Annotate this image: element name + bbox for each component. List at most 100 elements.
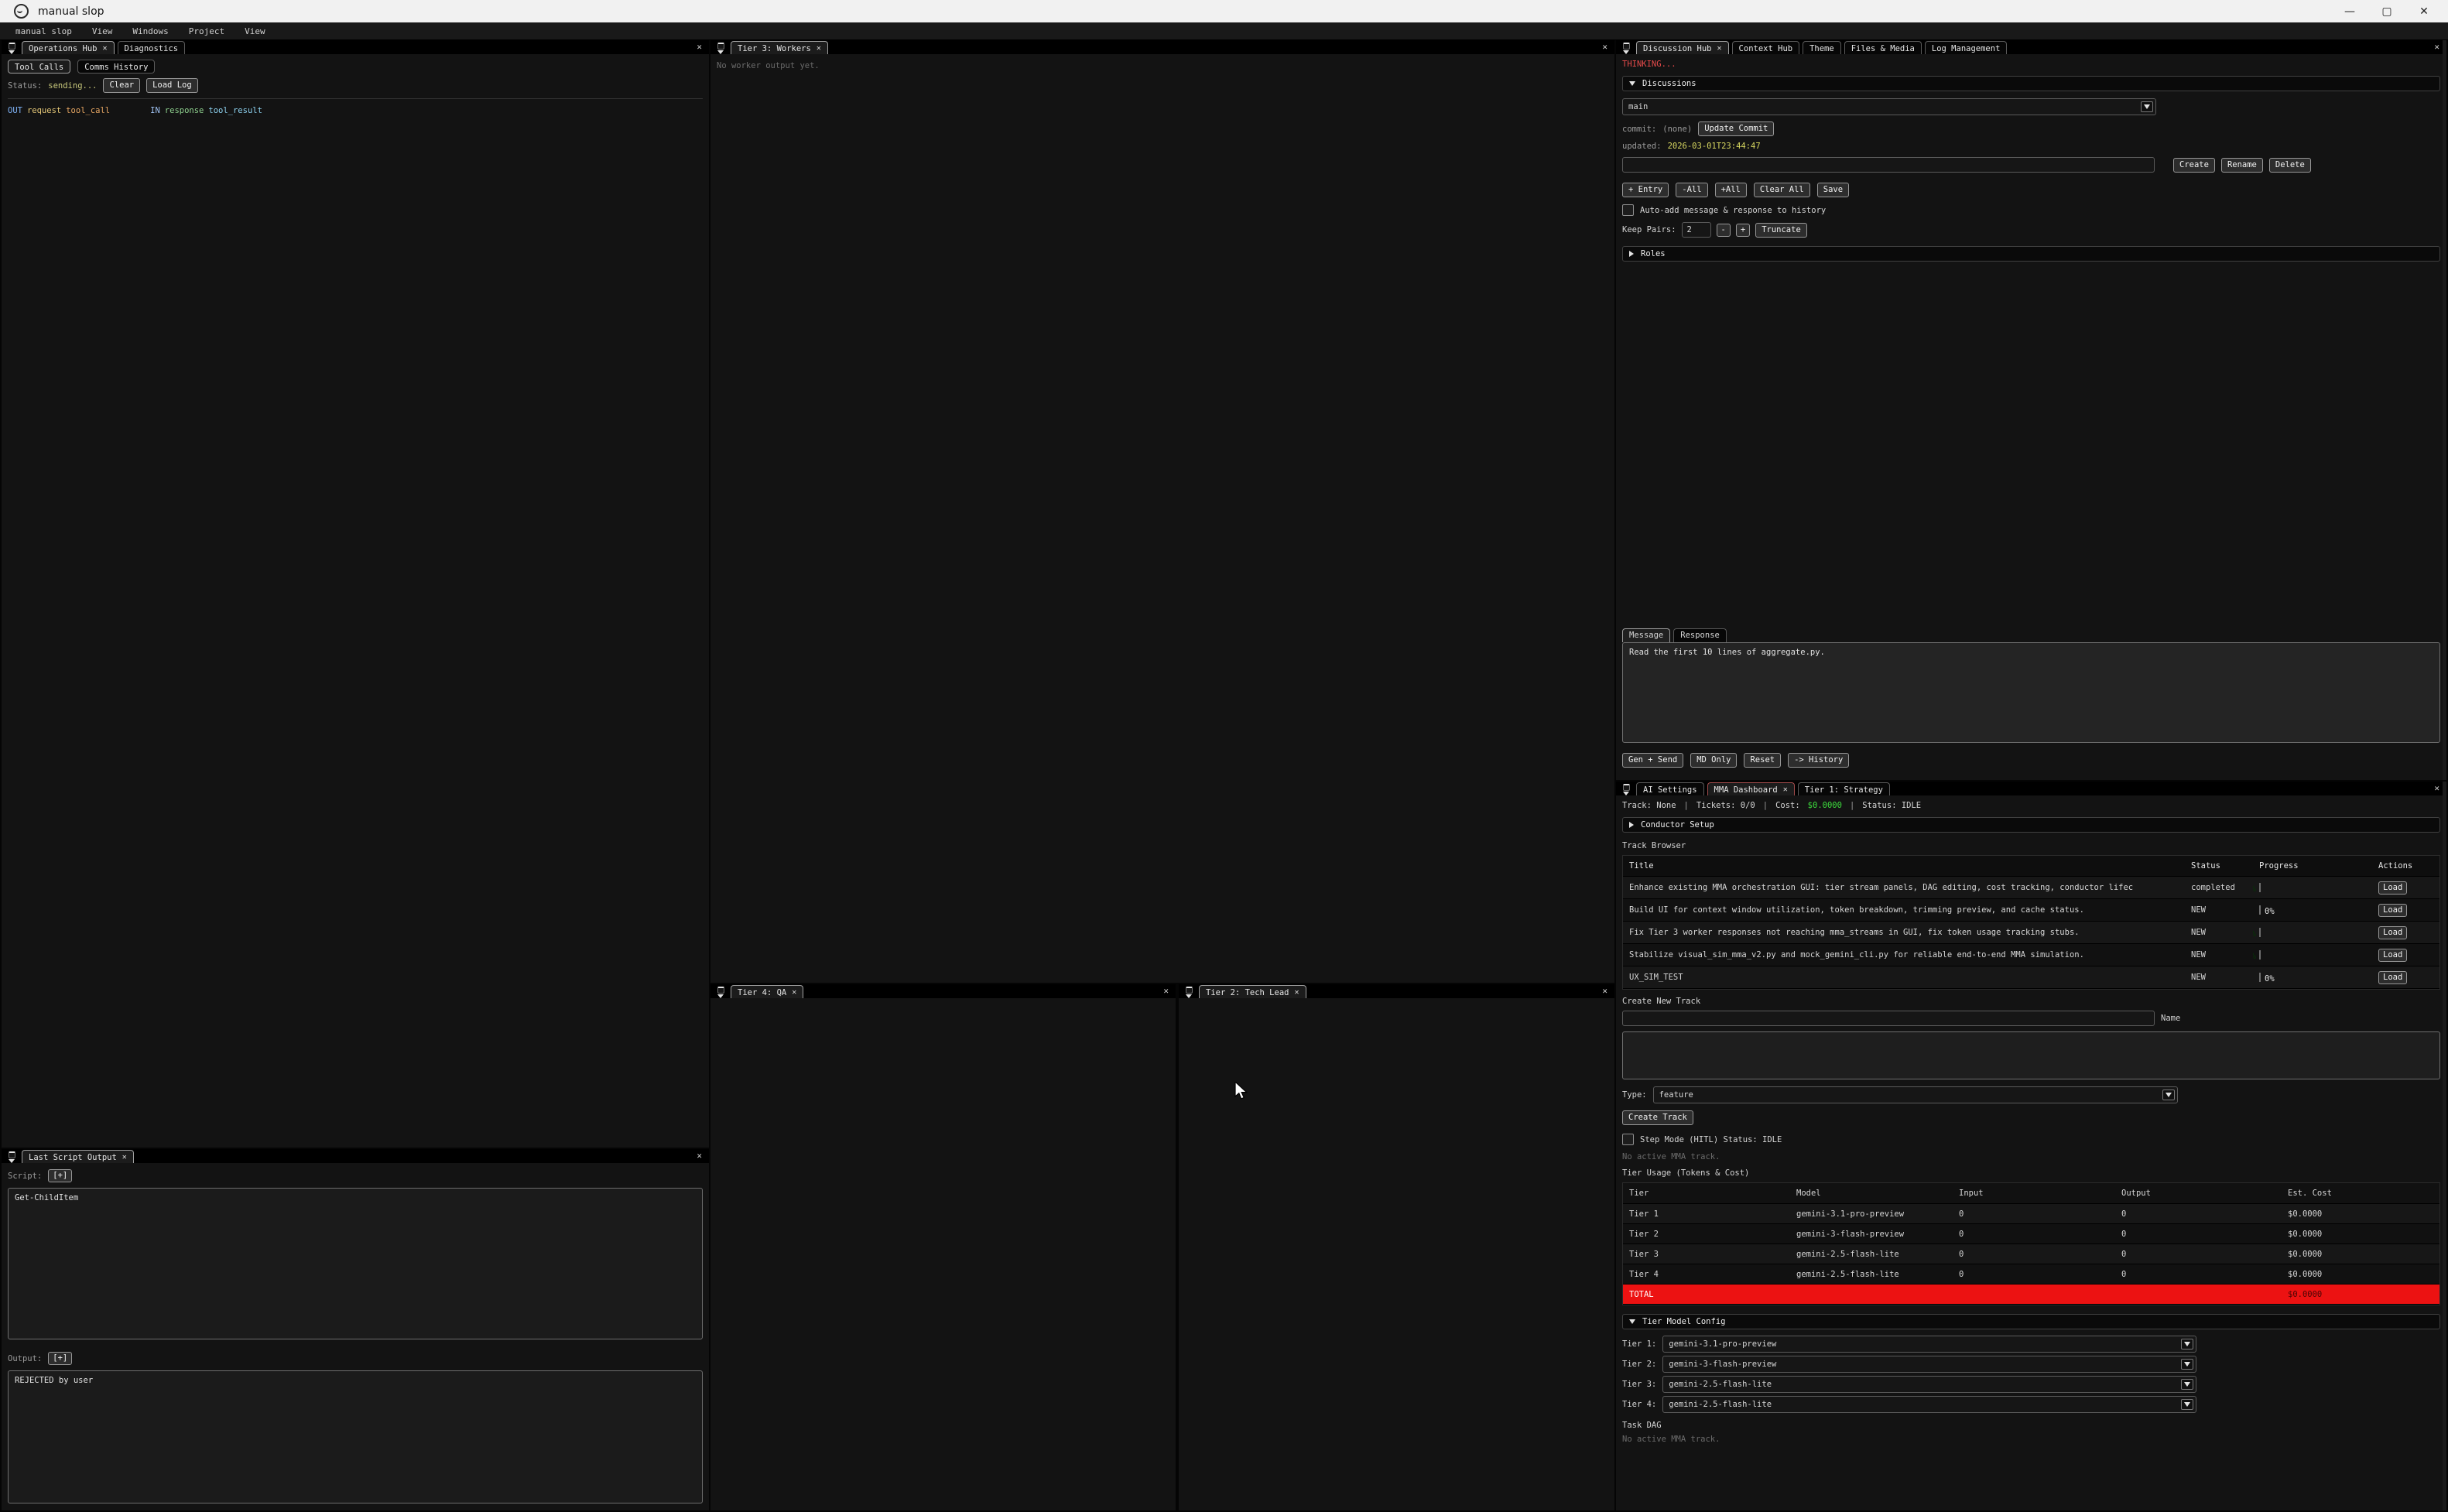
tab-ai-settings[interactable]: AI Settings [1636, 782, 1704, 795]
panel-menu-icon[interactable] [2, 43, 22, 54]
tab-theme[interactable]: Theme [1803, 41, 1841, 54]
maximize-button[interactable]: ▢ [2374, 5, 2400, 18]
menu-item-windows[interactable]: Windows [132, 26, 168, 36]
panel-close-icon[interactable]: ✕ [2434, 783, 2439, 793]
create-discussion-button[interactable]: Create [2173, 158, 2215, 173]
panel-menu-icon[interactable] [710, 987, 731, 998]
tab-close-icon[interactable]: ✕ [1783, 786, 1788, 794]
discussions-section-header[interactable]: Discussions [1622, 76, 2440, 91]
panel-menu-icon[interactable] [2, 1151, 22, 1163]
clear-button[interactable]: Clear [103, 78, 140, 93]
panel-menu-icon[interactable] [710, 43, 731, 54]
menu-item-app[interactable]: manual slop [15, 26, 72, 36]
tab-mma-dashboard[interactable]: MMA Dashboard ✕ [1707, 782, 1795, 795]
tab-context-hub[interactable]: Context Hub [1732, 41, 1800, 54]
discussion-name-input[interactable] [1622, 157, 2155, 173]
close-button[interactable]: ✕ [2411, 5, 2437, 18]
create-track-button[interactable]: Create Track [1622, 1110, 1693, 1125]
clear-all-button[interactable]: Clear All [1754, 183, 1810, 197]
load-track-button[interactable]: Load [2378, 904, 2407, 917]
menu-item-view1[interactable]: View [92, 26, 113, 36]
save-button[interactable]: Save [1817, 183, 1849, 197]
track-type-select[interactable]: feature [1653, 1086, 2178, 1103]
tab-close-icon[interactable]: ✕ [103, 45, 108, 53]
menu-item-view2[interactable]: View [245, 26, 265, 36]
tab-discussion-hub[interactable]: Discussion Hub ✕ [1636, 41, 1729, 54]
keep-pairs-input[interactable] [1682, 222, 1711, 238]
scrollbar[interactable] [2443, 782, 2446, 1510]
panel-menu-icon[interactable] [1179, 987, 1199, 998]
tier-model-config-header[interactable]: Tier Model Config [1622, 1314, 2440, 1329]
delete-discussion-button[interactable]: Delete [2269, 158, 2311, 173]
collapse-all-button[interactable]: -All [1676, 183, 1707, 197]
tab-files-media[interactable]: Files & Media [1844, 41, 1922, 54]
expand-all-button[interactable]: +All [1715, 183, 1747, 197]
truncate-button[interactable]: Truncate [1755, 223, 1807, 238]
track-description-textarea[interactable] [1622, 1031, 2440, 1079]
tab-close-icon[interactable]: ✕ [1294, 989, 1299, 997]
tab-close-icon[interactable]: ✕ [122, 1154, 127, 1161]
panel-close-icon[interactable]: ✕ [697, 1151, 702, 1161]
to-history-button[interactable]: -> History [1788, 753, 1849, 768]
rename-discussion-button[interactable]: Rename [2221, 158, 2263, 173]
script-expand-button[interactable]: [+] [48, 1169, 72, 1182]
tier3-tabbar: Tier 3: Workers ✕ ✕ [710, 40, 1614, 54]
scrollbar[interactable] [2443, 40, 2446, 780]
composer-tab-message[interactable]: Message [1622, 628, 1670, 642]
step-mode-checkbox[interactable] [1622, 1134, 1634, 1145]
message-textarea[interactable]: Read the first 10 lines of aggregate.py. [1622, 642, 2440, 743]
tier1-model-select[interactable]: gemini-3.1-pro-preview [1662, 1336, 2196, 1353]
panel-close-icon[interactable]: ✕ [1602, 42, 1607, 52]
track-row[interactable]: Build UI for context window utilization,… [1623, 899, 2439, 922]
tier2-model-select[interactable]: gemini-3-flash-preview [1662, 1356, 2196, 1373]
roles-section-header[interactable]: Roles [1622, 246, 2440, 262]
panel-menu-icon[interactable] [1616, 784, 1636, 795]
keep-pairs-decrement-button[interactable]: - [1717, 224, 1731, 237]
tab-last-script-output[interactable]: Last Script Output ✕ [22, 1150, 134, 1163]
tab-operations-hub[interactable]: Operations Hub ✕ [22, 41, 115, 54]
load-track-button[interactable]: Load [2378, 881, 2407, 895]
track-row[interactable]: Enhance existing MMA orchestration GUI: … [1623, 877, 2439, 899]
tab-tier3-workers[interactable]: Tier 3: Workers ✕ [731, 41, 828, 54]
panel-close-icon[interactable]: ✕ [2434, 42, 2439, 52]
track-row[interactable]: Stabilize visual_sim_mma_v2.py and mock_… [1623, 944, 2439, 966]
tab-close-icon[interactable]: ✕ [792, 989, 796, 997]
keep-pairs-increment-button[interactable]: + [1736, 224, 1750, 237]
add-entry-button[interactable]: + Entry [1622, 183, 1669, 197]
track-name-input[interactable] [1622, 1011, 2155, 1026]
tab-diagnostics[interactable]: Diagnostics [118, 41, 186, 54]
script-text-box[interactable]: Get-ChildItem [8, 1188, 703, 1339]
load-track-button[interactable]: Load [2378, 926, 2407, 939]
tab-tier4-qa[interactable]: Tier 4: QA ✕ [731, 985, 803, 998]
minimize-button[interactable]: — [2337, 5, 2363, 18]
md-only-button[interactable]: MD Only [1690, 753, 1737, 768]
discussion-select[interactable]: main [1622, 98, 2156, 115]
composer-tab-response[interactable]: Response [1673, 628, 1727, 642]
menu-item-project[interactable]: Project [189, 26, 224, 36]
panel-menu-icon[interactable] [1616, 43, 1636, 54]
panel-close-icon[interactable]: ✕ [697, 42, 702, 52]
gen-send-button[interactable]: Gen + Send [1622, 753, 1683, 768]
auto-add-checkbox[interactable] [1622, 204, 1634, 216]
load-log-button[interactable]: Load Log [146, 78, 198, 93]
tab-close-icon[interactable]: ✕ [817, 45, 821, 53]
reset-button[interactable]: Reset [1744, 753, 1781, 768]
panel-close-icon[interactable]: ✕ [1602, 986, 1607, 996]
load-track-button[interactable]: Load [2378, 971, 2407, 984]
track-row[interactable]: Fix Tier 3 worker responses not reaching… [1623, 922, 2439, 944]
tab-close-icon[interactable]: ✕ [1717, 45, 1722, 53]
subtab-comms-history[interactable]: Comms History [77, 60, 155, 74]
tab-tier1-strategy[interactable]: Tier 1: Strategy [1798, 782, 1890, 795]
load-track-button[interactable]: Load [2378, 949, 2407, 962]
track-row[interactable]: UX_SIM_TEST NEW 0% Load [1623, 966, 2439, 989]
conductor-setup-header[interactable]: Conductor Setup [1622, 817, 2440, 833]
output-expand-button[interactable]: [+] [48, 1352, 72, 1365]
update-commit-button[interactable]: Update Commit [1698, 121, 1774, 136]
tier4-model-select[interactable]: gemini-2.5-flash-lite [1662, 1396, 2196, 1413]
tab-tier2-tech-lead[interactable]: Tier 2: Tech Lead ✕ [1199, 985, 1306, 998]
tab-log-management[interactable]: Log Management [1925, 41, 2008, 54]
subtab-tool-calls[interactable]: Tool Calls [8, 60, 70, 74]
output-text-box[interactable]: REJECTED by user [8, 1370, 703, 1503]
tier3-model-select[interactable]: gemini-2.5-flash-lite [1662, 1376, 2196, 1393]
panel-close-icon[interactable]: ✕ [1163, 986, 1169, 996]
